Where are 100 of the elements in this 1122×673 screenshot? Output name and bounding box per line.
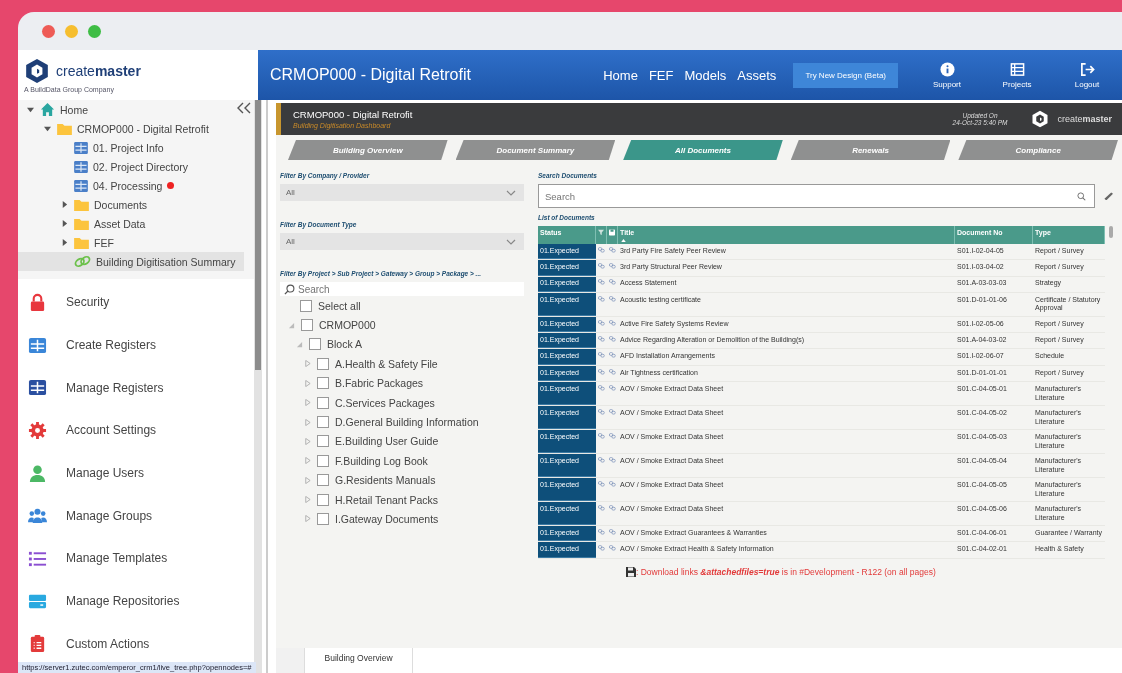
link-icon[interactable]: [598, 336, 605, 342]
tree-item[interactable]: FEF: [18, 233, 244, 252]
checkbox[interactable]: [317, 357, 329, 370]
eraser-icon[interactable]: [1103, 191, 1114, 201]
tree-item[interactable]: Asset Data: [18, 214, 244, 233]
link-icon[interactable]: [598, 504, 605, 511]
tree-item[interactable]: 04. Processing: [18, 176, 244, 195]
menu-item[interactable]: Manage Groups: [18, 494, 254, 538]
menu-item[interactable]: Manage Repositories: [18, 579, 254, 623]
link-icon[interactable]: [609, 456, 616, 463]
collapse-icon[interactable]: [236, 102, 252, 114]
logout-nav-button[interactable]: Logout: [1052, 61, 1122, 89]
caret-right-icon[interactable]: [61, 201, 68, 208]
link-icon[interactable]: [598, 368, 605, 375]
checkbox[interactable]: [317, 513, 329, 525]
nav-link[interactable]: Home: [603, 67, 638, 83]
checkbox[interactable]: [317, 435, 329, 448]
link-icon[interactable]: [598, 319, 605, 326]
tree-label[interactable]: C.Services Packages: [335, 396, 435, 409]
link-icon[interactable]: [598, 246, 605, 253]
checkbox[interactable]: [317, 454, 329, 467]
checkbox[interactable]: [317, 416, 329, 429]
scrollbar-thumb[interactable]: [255, 100, 261, 370]
tree-label[interactable]: Block A: [327, 338, 363, 351]
tree-label[interactable]: H.Retail Tenant Packs: [335, 493, 439, 506]
link-icon[interactable]: [609, 336, 616, 342]
tree-label[interactable]: I.Gateway Documents: [335, 513, 439, 525]
link-icon[interactable]: [609, 408, 616, 415]
link-icon[interactable]: [609, 246, 616, 253]
tree-item[interactable]: Home: [18, 100, 244, 119]
menu-item[interactable]: Account Settings: [18, 409, 254, 452]
collapsed-arrow-icon[interactable]: [304, 457, 311, 465]
link-icon[interactable]: [598, 352, 605, 359]
tree-item[interactable]: Documents: [18, 195, 244, 214]
tree-item[interactable]: Building Digitisation Summary: [18, 252, 244, 271]
collapsed-arrow-icon[interactable]: [304, 379, 311, 387]
link-icon[interactable]: [598, 295, 605, 302]
tree-label[interactable]: F.Building Log Book: [335, 454, 428, 467]
link-icon[interactable]: [598, 384, 605, 391]
tree-item[interactable]: 02. Project Directory: [18, 157, 244, 176]
support-nav-button[interactable]: Support: [912, 61, 982, 89]
tree-label[interactable]: G.Residents Manuals: [335, 474, 436, 487]
collapsed-arrow-icon[interactable]: [304, 496, 311, 504]
link-icon[interactable]: [609, 368, 616, 375]
document-search-field[interactable]: Search: [538, 184, 1095, 208]
nav-link[interactable]: FEF: [648, 67, 674, 83]
collapsed-arrow-icon[interactable]: [304, 515, 311, 523]
download-icon[interactable]: [609, 229, 615, 236]
link-icon[interactable]: [609, 545, 616, 552]
checkbox[interactable]: [317, 396, 329, 409]
tree-label[interactable]: B.Fabric Packages: [335, 377, 424, 390]
tree-label[interactable]: E.Building User Guide: [335, 435, 439, 448]
close-dot-icon[interactable]: [42, 24, 55, 38]
link-icon[interactable]: [598, 263, 605, 270]
filter-dropdown[interactable]: All: [280, 184, 524, 201]
filter-icon[interactable]: [598, 229, 604, 235]
link-icon[interactable]: [609, 384, 616, 391]
tree-label[interactable]: CRMOP000: [319, 319, 376, 332]
tree-item[interactable]: 01. Project Info: [18, 138, 244, 157]
maximize-dot-icon[interactable]: [88, 24, 101, 38]
link-icon[interactable]: [609, 295, 616, 302]
link-icon[interactable]: [598, 545, 605, 552]
caret-right-icon[interactable]: [61, 239, 68, 246]
checkbox[interactable]: [317, 493, 329, 506]
collapsed-arrow-icon[interactable]: [304, 476, 311, 484]
tree-search-field[interactable]: Search: [280, 282, 524, 296]
link-icon[interactable]: [598, 408, 605, 415]
link-icon[interactable]: [609, 480, 616, 487]
expanded-arrow-icon[interactable]: [288, 321, 295, 329]
tree-label[interactable]: D.General Building Information: [335, 416, 479, 429]
link-icon[interactable]: [598, 279, 605, 286]
menu-item[interactable]: Create Registers: [18, 323, 254, 367]
nav-link[interactable]: Assets: [737, 67, 777, 83]
link-icon[interactable]: [609, 432, 616, 439]
caret-right-icon[interactable]: [61, 220, 68, 227]
try-new-design-button[interactable]: Try New Design (Beta): [793, 62, 898, 88]
link-icon[interactable]: [609, 279, 616, 286]
minimize-dot-icon[interactable]: [65, 24, 78, 38]
link-icon[interactable]: [598, 432, 605, 439]
menu-item[interactable]: Manage Templates: [18, 537, 254, 580]
link-icon[interactable]: [609, 352, 616, 359]
checkbox[interactable]: [301, 319, 313, 332]
menu-item[interactable]: Manage Registers: [18, 366, 254, 410]
collapsed-arrow-icon[interactable]: [304, 360, 311, 368]
caret-down-icon[interactable]: [44, 125, 51, 132]
filter-dropdown[interactable]: All: [280, 233, 524, 250]
menu-item[interactable]: Security: [18, 281, 254, 324]
expanded-arrow-icon[interactable]: [296, 340, 303, 348]
tree-item[interactable]: CRMOP000 - Digital Retrofit: [18, 119, 244, 138]
collapsed-arrow-icon[interactable]: [304, 418, 311, 426]
link-icon[interactable]: [598, 480, 605, 487]
collapsed-arrow-icon[interactable]: [304, 399, 311, 407]
link-icon[interactable]: [609, 504, 616, 511]
scrollbar-thumb[interactable]: [1109, 226, 1113, 238]
link-icon[interactable]: [598, 456, 605, 463]
checkbox[interactable]: [309, 338, 321, 351]
nav-link[interactable]: Models: [684, 67, 727, 83]
checkbox[interactable]: [317, 474, 329, 487]
caret-down-icon[interactable]: [27, 106, 34, 113]
menu-item[interactable]: Manage Users: [18, 451, 254, 495]
